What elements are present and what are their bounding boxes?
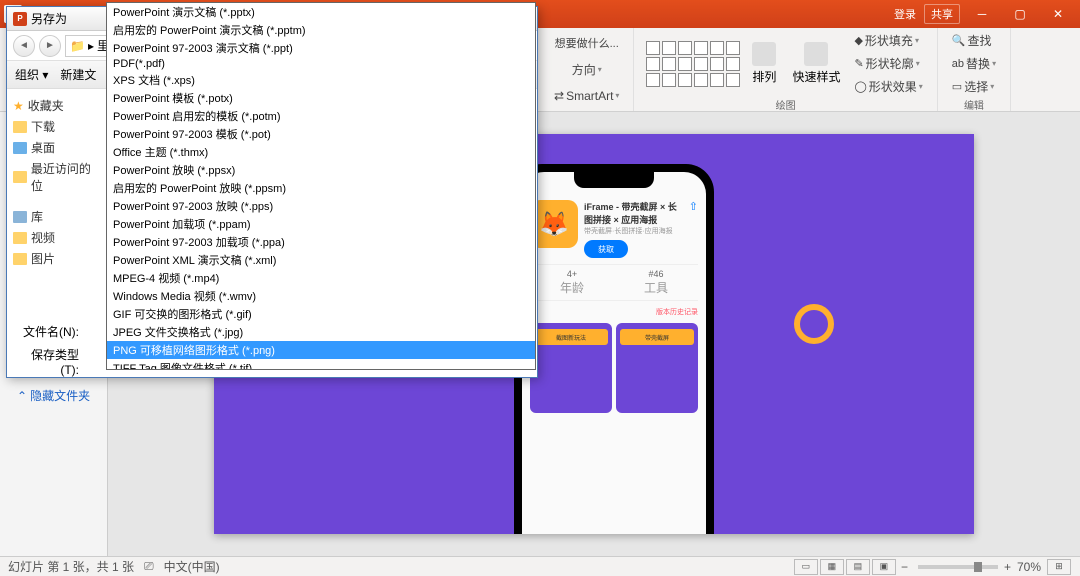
- zoom-out-button[interactable]: −: [901, 560, 908, 574]
- shapes-gallery[interactable]: [644, 39, 742, 89]
- filetype-option[interactable]: PDF(*.pdf): [107, 57, 535, 71]
- close-button[interactable]: ✕: [1040, 4, 1076, 24]
- dialog-title: 另存为: [31, 10, 67, 27]
- tree-libraries: 库: [11, 206, 104, 227]
- fit-to-window-button[interactable]: ⊞: [1047, 559, 1071, 575]
- view-slideshow-button[interactable]: ▣: [872, 559, 896, 575]
- folder-tree[interactable]: ★收藏夹 下载 桌面 最近访问的位 库 视频 图片: [7, 89, 109, 319]
- filetype-option[interactable]: PowerPoint 模板 (*.potx): [107, 89, 535, 107]
- filetype-option[interactable]: PowerPoint 97-2003 加载项 (*.ppa): [107, 233, 535, 251]
- quickstyle-button[interactable]: 快速样式: [786, 38, 846, 89]
- maximize-button[interactable]: ▢: [1002, 4, 1038, 24]
- zoom-level[interactable]: 70%: [1017, 560, 1041, 574]
- savetype-label: 保存类型(T):: [17, 346, 79, 377]
- tree-recent: 最近访问的位: [11, 158, 104, 196]
- login-button[interactable]: 登录: [894, 6, 916, 22]
- tree-pictures: 图片: [11, 248, 104, 269]
- filetype-option[interactable]: TIFF Tag 图像文件格式 (*.tif): [107, 359, 535, 370]
- filetype-option[interactable]: Office 主题 (*.thmx): [107, 143, 535, 161]
- tree-favorites: ★收藏夹: [11, 95, 104, 116]
- screenshot-preview: 带壳截屏: [616, 323, 698, 413]
- direction-button[interactable]: 方向▾: [568, 59, 606, 80]
- filetype-option[interactable]: MPEG-4 视频 (*.mp4): [107, 269, 535, 287]
- filetype-option[interactable]: PowerPoint XML 演示文稿 (*.xml): [107, 251, 535, 269]
- hide-folders-button[interactable]: ⌃隐藏文件夹: [7, 381, 537, 410]
- filetype-option[interactable]: XPS 文档 (*.xps): [107, 71, 535, 89]
- minimize-button[interactable]: ─: [964, 4, 1000, 24]
- filetype-option[interactable]: PowerPoint 放映 (*.ppsx): [107, 161, 535, 179]
- filetype-option[interactable]: Windows Media 视频 (*.wmv): [107, 287, 535, 305]
- find-button[interactable]: 🔍 查找: [948, 30, 1000, 51]
- shape-outline-button[interactable]: ✎ 形状轮廓 ▾: [850, 53, 926, 74]
- folder-icon: 📁: [70, 39, 85, 53]
- zoom-slider[interactable]: [918, 565, 998, 569]
- version-history: 版本历史记录: [530, 307, 698, 317]
- slide-position: 幻灯片 第 1 张，共 1 张: [8, 558, 134, 575]
- shape-effects-button[interactable]: ◯ 形状效果 ▾: [850, 76, 926, 97]
- new-folder-button[interactable]: 新建文: [60, 66, 96, 83]
- zoom-in-button[interactable]: +: [1004, 560, 1011, 574]
- filetype-option[interactable]: 启用宏的 PowerPoint 放映 (*.ppsm): [107, 179, 535, 197]
- nav-forward-button[interactable]: ►: [39, 35, 61, 57]
- phone-notch: [574, 172, 654, 188]
- view-normal-button[interactable]: ▭: [794, 559, 818, 575]
- chevron-up-icon: ⌃: [17, 389, 27, 403]
- replace-button[interactable]: ab 替换 ▾: [948, 53, 1000, 74]
- filename-label: 文件名(N):: [17, 323, 79, 340]
- nav-back-button[interactable]: ◄: [13, 35, 35, 57]
- filetype-option[interactable]: PNG 可移植网络图形格式 (*.png): [107, 341, 535, 359]
- accessibility-icon[interactable]: ⎚: [144, 559, 154, 574]
- shape-fill-button[interactable]: ◆ 形状填充 ▾: [850, 30, 926, 51]
- filetype-option[interactable]: PowerPoint 启用宏的模板 (*.potm): [107, 107, 535, 125]
- phone-mockup: 🦊 iFrame - 带壳截屏 × 长图拼接 × 应用海报 带壳截屏·长图拼接·…: [514, 164, 714, 534]
- arrange-button[interactable]: 排列: [746, 38, 782, 89]
- filetype-option[interactable]: PowerPoint 97-2003 模板 (*.pot): [107, 125, 535, 143]
- share-button[interactable]: 共享: [924, 4, 960, 24]
- view-sorter-button[interactable]: ▦: [820, 559, 844, 575]
- tree-videos: 视频: [11, 227, 104, 248]
- screenshot-preview: 截图新玩法: [530, 323, 612, 413]
- filetype-option[interactable]: PowerPoint 97-2003 演示文稿 (*.ppt): [107, 39, 535, 57]
- status-bar: 幻灯片 第 1 张，共 1 张 ⎚ 中文(中国) ▭ ▦ ▤ ▣ − + 70%…: [0, 556, 1080, 576]
- tree-downloads: 下载: [11, 116, 104, 137]
- ribbon-group-drawing: 排列 快速样式 ◆ 形状填充 ▾ ✎ 形状轮廓 ▾ ◯ 形状效果 ▾ 绘图: [634, 28, 937, 111]
- select-button[interactable]: ▭ 选择 ▾: [948, 76, 1000, 97]
- share-icon: ⇧: [689, 200, 698, 258]
- get-button: 获取: [584, 240, 628, 258]
- powerpoint-icon: P: [13, 12, 27, 26]
- filetype-option[interactable]: PowerPoint 加载项 (*.ppam): [107, 215, 535, 233]
- ribbon-group-editing: 🔍 查找 ab 替换 ▾ ▭ 选择 ▾ 编辑: [938, 28, 1011, 111]
- tellme-hint[interactable]: 想要做什么...: [551, 33, 623, 53]
- smartart-button[interactable]: ⇄SmartArt▾: [550, 87, 623, 105]
- language-indicator[interactable]: 中文(中国): [164, 558, 220, 575]
- filetype-option[interactable]: PowerPoint 97-2003 放映 (*.pps): [107, 197, 535, 215]
- filetype-option[interactable]: 启用宏的 PowerPoint 演示文稿 (*.pptm): [107, 21, 535, 39]
- decoration-ring-accent: [794, 304, 834, 344]
- filetype-option[interactable]: PowerPoint 演示文稿 (*.pptx): [107, 3, 535, 21]
- organize-button[interactable]: 组织 ▾: [15, 66, 48, 83]
- filetype-option[interactable]: GIF 可交换的图形格式 (*.gif): [107, 305, 535, 323]
- app-name: iFrame - 带壳截屏 × 长图拼接 × 应用海报: [584, 200, 683, 226]
- savetype-dropdown-list[interactable]: PowerPoint 演示文稿 (*.pptx)启用宏的 PowerPoint …: [106, 2, 536, 370]
- app-subtitle: 带壳截屏·长图拼接·应用海报: [584, 226, 683, 236]
- view-reading-button[interactable]: ▤: [846, 559, 870, 575]
- ribbon-group-tellme: 想要做什么... 方向▾ ⇄SmartArt▾: [540, 28, 634, 111]
- tree-desktop: 桌面: [11, 137, 104, 158]
- filetype-option[interactable]: JPEG 文件交换格式 (*.jpg): [107, 323, 535, 341]
